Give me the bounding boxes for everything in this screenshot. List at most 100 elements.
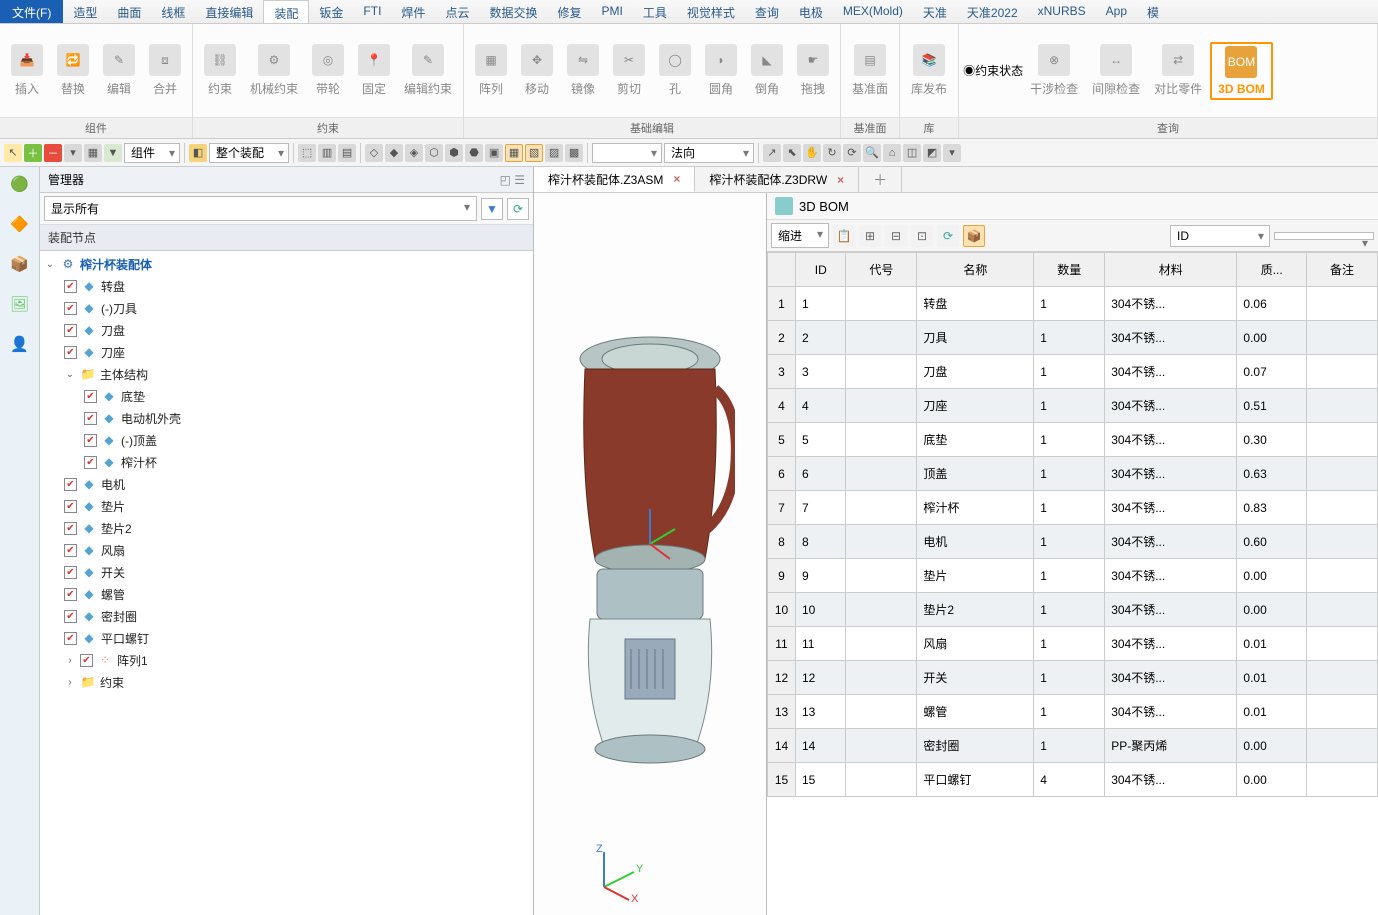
tb-rotate-icon[interactable]: ↻ xyxy=(823,144,841,162)
btn-lib[interactable]: 📚库发布 xyxy=(905,42,953,99)
menu-model[interactable]: 造型 xyxy=(63,0,107,23)
tb12-icon[interactable]: ▣ xyxy=(485,144,503,162)
bom-tb3-icon[interactable]: ⊟ xyxy=(885,225,907,247)
table-row[interactable]: 12 12 开关 1 304不锈... 0.01 xyxy=(768,661,1378,695)
btn-compare[interactable]: ⇄对比零件 xyxy=(1148,42,1208,99)
checkbox-icon[interactable]: ✔ xyxy=(64,566,77,579)
menu-assembly[interactable]: 装配 xyxy=(263,0,309,23)
bom-tb2-icon[interactable]: ⊞ xyxy=(859,225,881,247)
tree-item[interactable]: ✔◆榨汁杯 xyxy=(40,451,533,473)
tree-group[interactable]: ⌄📁主体结构 xyxy=(40,363,533,385)
checkbox-icon[interactable]: ✔ xyxy=(64,610,77,623)
tree-item[interactable]: ✔◆转盘 xyxy=(40,275,533,297)
table-row[interactable]: 5 5 底垫 1 304不锈... 0.30 xyxy=(768,423,1378,457)
btn-interference[interactable]: ⊗干涉检查 xyxy=(1024,42,1084,99)
menu-wireframe[interactable]: 线框 xyxy=(151,0,195,23)
tree-item[interactable]: ✔◆刀座 xyxy=(40,341,533,363)
tb14-icon[interactable]: ▧ xyxy=(525,144,543,162)
tree-item[interactable]: ✔◆底垫 xyxy=(40,385,533,407)
table-row[interactable]: 15 15 平口螺钉 4 304不锈... 0.00 xyxy=(768,763,1378,797)
tree-item[interactable]: ✔◆(-)顶盖 xyxy=(40,429,533,451)
menu-pointcloud[interactable]: 点云 xyxy=(435,0,479,23)
tab-new[interactable]: ＋ xyxy=(859,167,902,192)
checkbox-icon[interactable]: ✔ xyxy=(84,412,97,425)
checkbox-icon[interactable]: ✔ xyxy=(64,632,77,645)
checkbox-icon[interactable]: ✔ xyxy=(84,456,97,469)
menu-fti[interactable]: FTI xyxy=(353,0,391,23)
menu-weld[interactable]: 焊件 xyxy=(391,0,435,23)
expand-icon[interactable]: ◰ ☰ xyxy=(500,173,525,187)
menu-surface[interactable]: 曲面 xyxy=(107,0,151,23)
table-row[interactable]: 7 7 榨汁杯 1 304不锈... 0.83 xyxy=(768,491,1378,525)
checkbox-icon[interactable]: ✔ xyxy=(64,588,77,601)
filter-button[interactable]: ▼ xyxy=(481,198,503,220)
tb9-icon[interactable]: ⬡ xyxy=(425,144,443,162)
tree-item[interactable]: ✔◆螺管 xyxy=(40,583,533,605)
selection-type-combo[interactable]: 组件 xyxy=(124,143,180,163)
menu-app[interactable]: App xyxy=(1096,0,1137,23)
checkbox-icon[interactable]: ✔ xyxy=(64,346,77,359)
btn-mech-constraint[interactable]: ⚙机械约束 xyxy=(244,42,304,99)
dropdown-icon[interactable]: ▾ xyxy=(64,144,82,162)
tree-item[interactable]: ✔◆刀盘 xyxy=(40,319,533,341)
btn-constraint-state[interactable]: ◉约束状态 xyxy=(963,62,1023,79)
table-row[interactable]: 8 8 电机 1 304不锈... 0.60 xyxy=(768,525,1378,559)
rail-tree-icon[interactable]: 🟢 xyxy=(7,171,33,197)
tree-item[interactable]: ✔◆电动机外壳 xyxy=(40,407,533,429)
tree-item[interactable]: ✔◆平口螺钉 xyxy=(40,627,533,649)
btn-move[interactable]: ✥移动 xyxy=(515,42,559,99)
tree-item[interactable]: ✔◆电机 xyxy=(40,473,533,495)
bom-tb1-icon[interactable]: 📋 xyxy=(833,225,855,247)
col-material[interactable]: 材料 xyxy=(1105,253,1237,287)
tb-hand-icon[interactable]: ✋ xyxy=(803,144,821,162)
bom-refresh-icon[interactable]: ⟳ xyxy=(937,225,959,247)
btn-cut[interactable]: ✂剪切 xyxy=(607,42,651,99)
tb11-icon[interactable]: ⬣ xyxy=(465,144,483,162)
tree-item[interactable]: ✔◆垫片 xyxy=(40,495,533,517)
menu-visual[interactable]: 视觉样式 xyxy=(677,0,745,23)
bom-tb4-icon[interactable]: ⊡ xyxy=(911,225,933,247)
menu-file[interactable]: 文件(F) xyxy=(0,0,63,23)
btn-merge[interactable]: ⧈合并 xyxy=(143,42,187,99)
cube-icon[interactable]: ◧ xyxy=(189,144,207,162)
display-filter-combo[interactable]: 显示所有 xyxy=(44,196,477,221)
bom-sort-combo[interactable] xyxy=(1274,232,1374,240)
tree-constraints[interactable]: ›📁约束 xyxy=(40,671,533,693)
btn-pulley[interactable]: ◎带轮 xyxy=(306,42,350,99)
remove-icon[interactable]: － xyxy=(44,144,62,162)
menu-electrode[interactable]: 电极 xyxy=(789,0,833,23)
btn-mirror[interactable]: ⇋镜像 xyxy=(561,42,605,99)
table-row[interactable]: 6 6 顶盖 1 304不锈... 0.63 xyxy=(768,457,1378,491)
tb15-icon[interactable]: ▨ xyxy=(545,144,563,162)
table-row[interactable]: 11 11 风扇 1 304不锈... 0.01 xyxy=(768,627,1378,661)
menu-xnurbs[interactable]: xNURBS xyxy=(1028,0,1096,23)
btn-hole[interactable]: ◯孔 xyxy=(653,42,697,99)
table-row[interactable]: 3 3 刀盘 1 304不锈... 0.07 xyxy=(768,355,1378,389)
direction-combo[interactable]: 法向 xyxy=(664,143,754,163)
table-row[interactable]: 1 1 转盘 1 304不锈... 0.06 xyxy=(768,287,1378,321)
checkbox-icon[interactable]: ✔ xyxy=(64,478,77,491)
tb-cube3-icon[interactable]: ◩ xyxy=(923,144,941,162)
cursor-icon[interactable]: ↖ xyxy=(4,144,22,162)
table-row[interactable]: 10 10 垫片2 1 304不锈... 0.00 xyxy=(768,593,1378,627)
checkbox-icon[interactable]: ✔ xyxy=(80,654,93,667)
btn-drag[interactable]: ☛拖拽 xyxy=(791,42,835,99)
btn-3d-bom[interactable]: BOM3D BOM xyxy=(1210,42,1273,100)
tb5-icon[interactable]: ▤ xyxy=(338,144,356,162)
bom-id-combo[interactable]: ID xyxy=(1170,225,1270,247)
col-code[interactable]: 代号 xyxy=(846,253,917,287)
col-id[interactable]: ID xyxy=(796,253,846,287)
tb4-icon[interactable]: ▥ xyxy=(318,144,336,162)
menu-sheetmetal[interactable]: 钣金 xyxy=(309,0,353,23)
col-rownum[interactable] xyxy=(768,253,796,287)
3d-viewport[interactable]: Z Y X xyxy=(534,193,766,915)
table-row[interactable]: 9 9 垫片 1 304不锈... 0.00 xyxy=(768,559,1378,593)
tab-asm[interactable]: 榨汁杯装配体.Z3ASM× xyxy=(534,167,695,192)
scope-combo[interactable]: 整个装配 xyxy=(209,143,289,163)
checkbox-icon[interactable]: ✔ xyxy=(84,434,97,447)
rail-history-icon[interactable]: 🔶 xyxy=(7,211,33,237)
tb-arrow-icon[interactable]: ↗ xyxy=(763,144,781,162)
rail-scene-icon[interactable]: 🖼 xyxy=(7,291,33,317)
rail-user-icon[interactable]: 👤 xyxy=(7,331,33,357)
checkbox-icon[interactable]: ✔ xyxy=(64,280,77,293)
